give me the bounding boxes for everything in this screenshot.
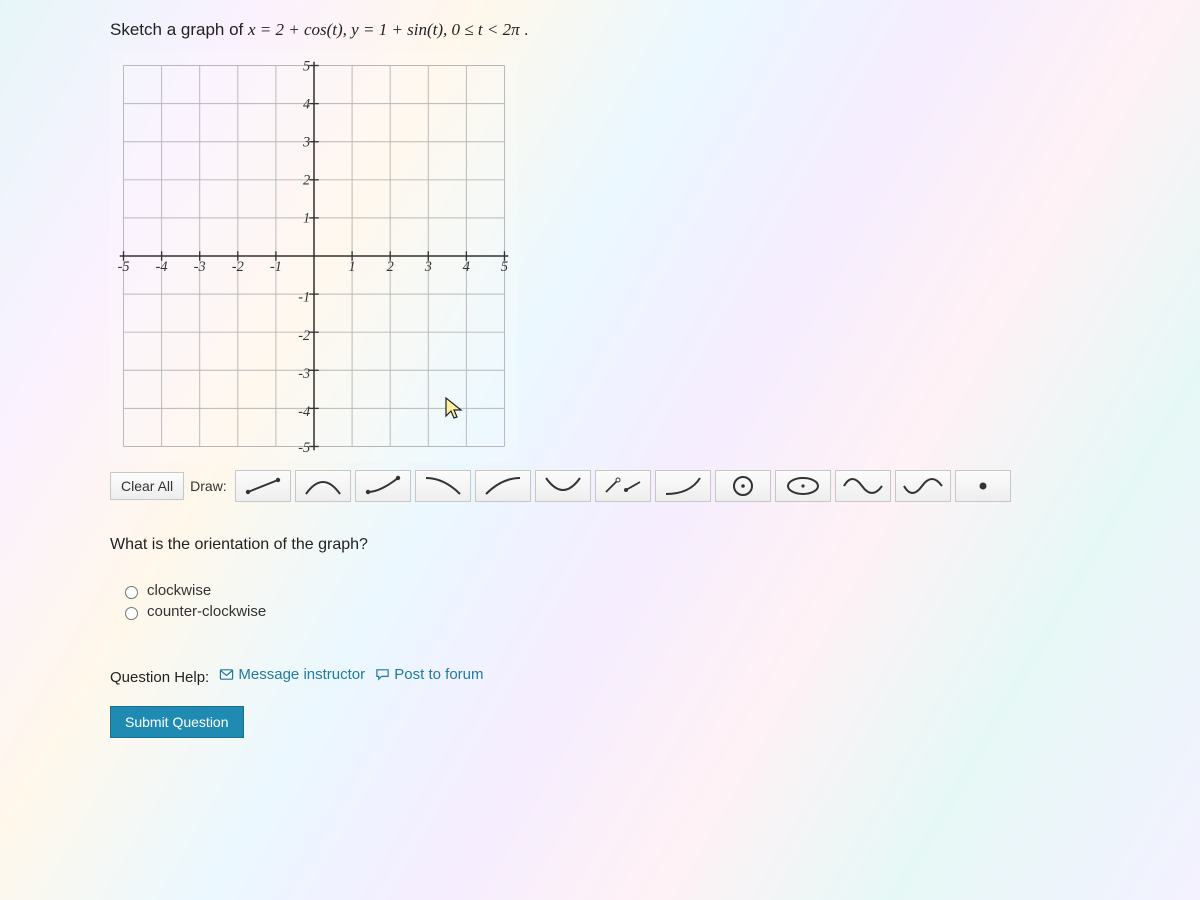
orientation-question: What is the orientation of the graph?	[110, 536, 1090, 554]
tool-piecewise[interactable]	[595, 470, 651, 502]
message-instructor-link[interactable]: Message instructor	[219, 666, 365, 683]
tool-curve-rising[interactable]	[355, 470, 411, 502]
x-tick-5: 5	[501, 259, 508, 275]
tool-quad-down[interactable]	[535, 470, 591, 502]
y-tick-n3: -3	[298, 366, 310, 382]
graph-canvas[interactable]: 5 4 3 2 1 -1 -2 -3 -4 -5 -5 -4 -3 -2 -1 …	[110, 52, 518, 462]
option-clockwise[interactable]: clockwise	[120, 582, 1090, 599]
orientation-options: clockwise counter-clockwise	[120, 582, 1090, 620]
y-tick-n4: -4	[298, 404, 310, 420]
x-tick-n1: -1	[270, 259, 282, 275]
y-tick-n1: -1	[298, 290, 310, 306]
prompt-trail: .	[524, 20, 529, 39]
tool-quad-up[interactable]	[295, 470, 351, 502]
clear-all-button[interactable]: Clear All	[110, 472, 184, 500]
prompt-lead: Sketch a graph of	[110, 20, 248, 39]
post-to-forum-label: Post to forum	[394, 666, 483, 683]
tool-curve-concave-up-right[interactable]	[655, 470, 711, 502]
submit-question-button[interactable]: Submit Question	[110, 706, 244, 738]
message-instructor-label: Message instructor	[238, 666, 365, 683]
option-counter-clockwise-label: counter-clockwise	[147, 603, 266, 620]
x-tick-2: 2	[387, 259, 394, 275]
radio-clockwise[interactable]	[125, 586, 138, 599]
y-tick-n5: -5	[298, 440, 310, 456]
draw-toolbar: Clear All Draw:	[110, 470, 1090, 502]
option-counter-clockwise[interactable]: counter-clockwise	[120, 603, 1090, 620]
x-tick-n4: -4	[156, 259, 168, 275]
y-tick-5: 5	[303, 58, 310, 74]
question-help-label: Question Help:	[110, 669, 209, 686]
chat-icon	[375, 667, 390, 682]
tool-sine-positive[interactable]	[835, 470, 891, 502]
x-tick-n2: -2	[232, 259, 244, 275]
y-tick-1: 1	[303, 211, 310, 227]
x-tick-n3: -3	[194, 259, 206, 275]
tool-point[interactable]	[955, 470, 1011, 502]
radio-counter-clockwise[interactable]	[125, 607, 138, 620]
question-prompt: Sketch a graph of x = 2 + cos(t), y = 1 …	[110, 20, 1090, 40]
post-to-forum-link[interactable]: Post to forum	[375, 666, 483, 683]
tool-curve-rising-concave[interactable]	[475, 470, 531, 502]
y-tick-3: 3	[302, 134, 310, 150]
question-help-row: Question Help: Message instructor Post t…	[110, 666, 1090, 686]
draw-label: Draw:	[190, 478, 227, 494]
y-tick-4: 4	[303, 96, 310, 112]
y-tick-2: 2	[303, 173, 310, 189]
x-tick-3: 3	[424, 259, 432, 275]
mail-icon	[219, 667, 234, 682]
option-clockwise-label: clockwise	[147, 582, 211, 599]
tool-ellipse[interactable]	[775, 470, 831, 502]
tool-sine-negative[interactable]	[895, 470, 951, 502]
coordinate-grid: 5 4 3 2 1 -1 -2 -3 -4 -5 -5 -4 -3 -2 -1 …	[114, 56, 514, 456]
y-tick-n2: -2	[298, 328, 310, 344]
x-tick-4: 4	[463, 259, 470, 275]
tool-circle-centered[interactable]	[715, 470, 771, 502]
tool-curve-falling-convex[interactable]	[415, 470, 471, 502]
x-tick-n5: -5	[118, 259, 130, 275]
tool-line-segment[interactable]	[235, 470, 291, 502]
x-tick-1: 1	[349, 259, 356, 275]
prompt-equation: x = 2 + cos(t), y = 1 + sin(t), 0 ≤ t < …	[248, 20, 524, 39]
